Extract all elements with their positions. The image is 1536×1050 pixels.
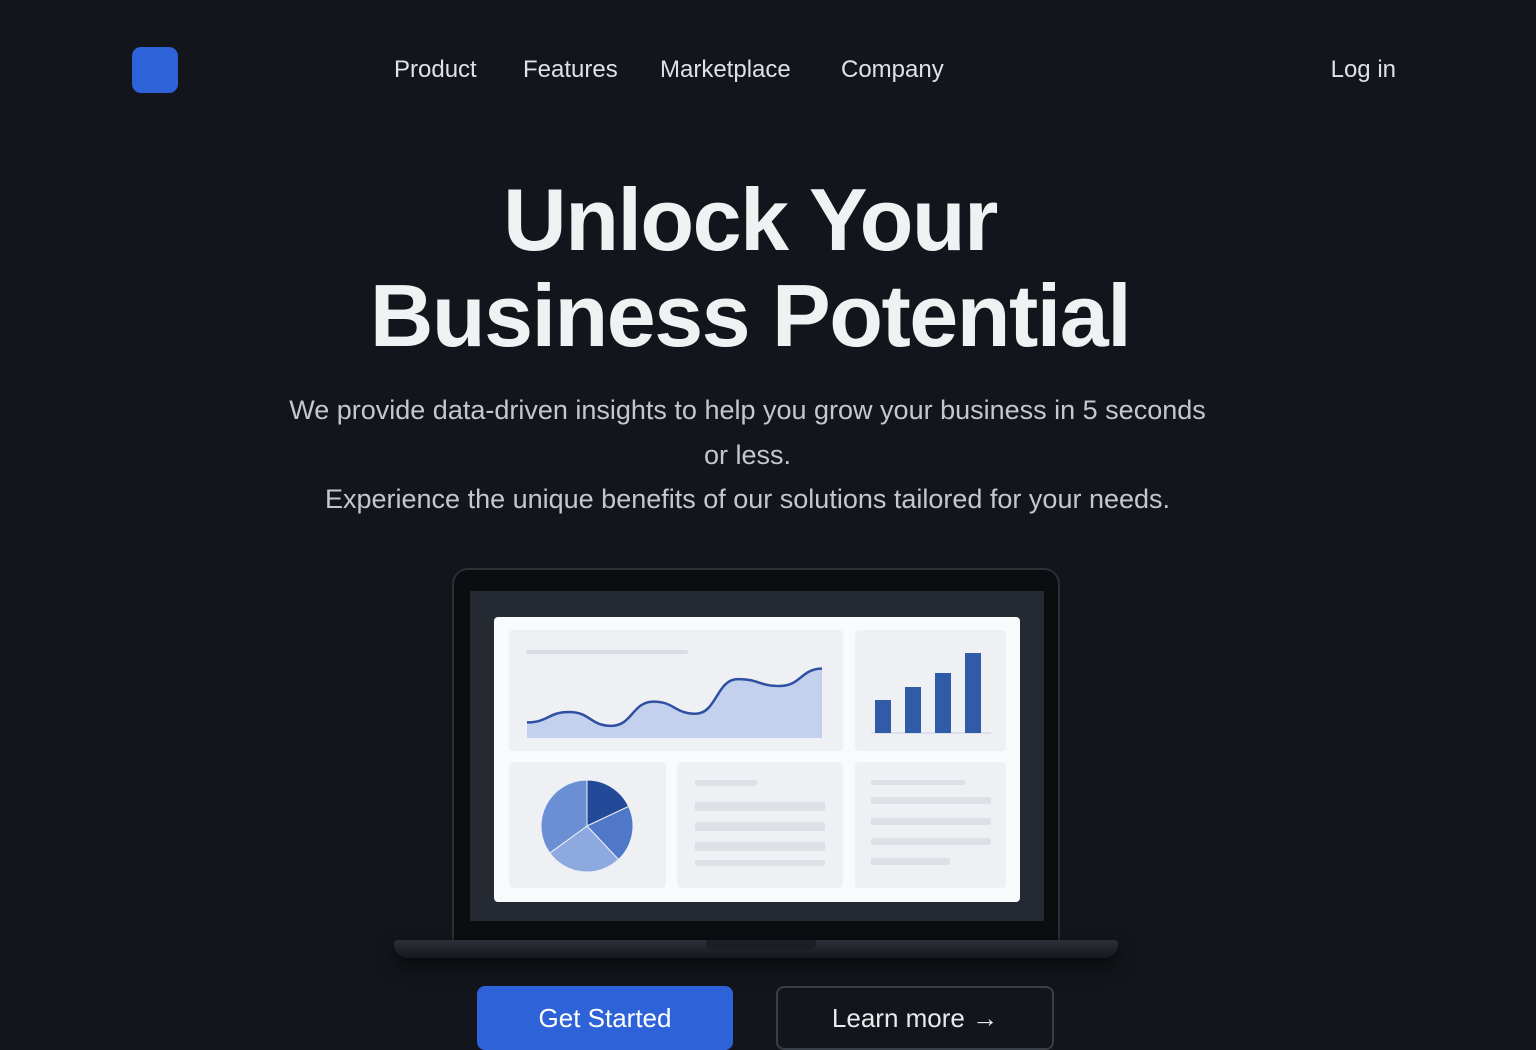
hero-subtitle: We provide data-driven insights to help … [240, 388, 1255, 522]
text-placeholder [871, 780, 965, 785]
bar-chart [871, 653, 991, 734]
text-placeholder [695, 842, 825, 851]
learn-more-button[interactable]: Learn more → [776, 986, 1054, 1050]
hero-subtitle-line-2: or less. [703, 439, 792, 470]
bar [935, 673, 951, 733]
area-chart-fill [527, 668, 822, 738]
bar [875, 700, 891, 733]
text-placeholder [695, 780, 757, 786]
laptop-illustration [452, 568, 1060, 946]
text-placeholder [871, 838, 991, 845]
hero-title-line-1: Unlock Your [503, 170, 998, 269]
text-placeholder [695, 860, 825, 866]
text-card-middle [677, 762, 843, 888]
get-started-button[interactable]: Get Started [477, 986, 733, 1050]
area-chart [526, 667, 823, 738]
laptop-notch [706, 940, 816, 950]
bar-chart-card [855, 630, 1006, 751]
login-link[interactable]: Log in [1331, 56, 1396, 84]
laptop-bezel [470, 591, 1044, 921]
hero-subtitle-line-3: Experience the unique benefits of our so… [324, 484, 1171, 514]
text-placeholder [871, 797, 991, 804]
area-chart-card [509, 630, 843, 751]
text-card-right [855, 762, 1006, 888]
dashboard-screen [494, 617, 1020, 902]
hero-subtitle-line-1: We provide data-driven insights to help … [289, 395, 1206, 425]
nav-marketplace[interactable]: Marketplace [660, 56, 791, 84]
text-placeholder [695, 802, 825, 811]
text-placeholder [695, 822, 825, 831]
nav-company[interactable]: Company [841, 56, 944, 84]
pie-chart-card [509, 762, 666, 888]
nav-product[interactable]: Product [394, 56, 477, 84]
laptop-base [394, 940, 1118, 958]
text-placeholder [871, 818, 991, 825]
logo[interactable] [132, 47, 178, 93]
bar [965, 653, 981, 733]
bar [905, 687, 921, 733]
pie-chart [540, 779, 634, 873]
nav-features[interactable]: Features [523, 56, 618, 84]
hero-title-line-2: Business Potential [369, 266, 1132, 365]
text-placeholder [871, 858, 950, 865]
hero-title: Unlock Your Business Potential [0, 172, 1500, 364]
